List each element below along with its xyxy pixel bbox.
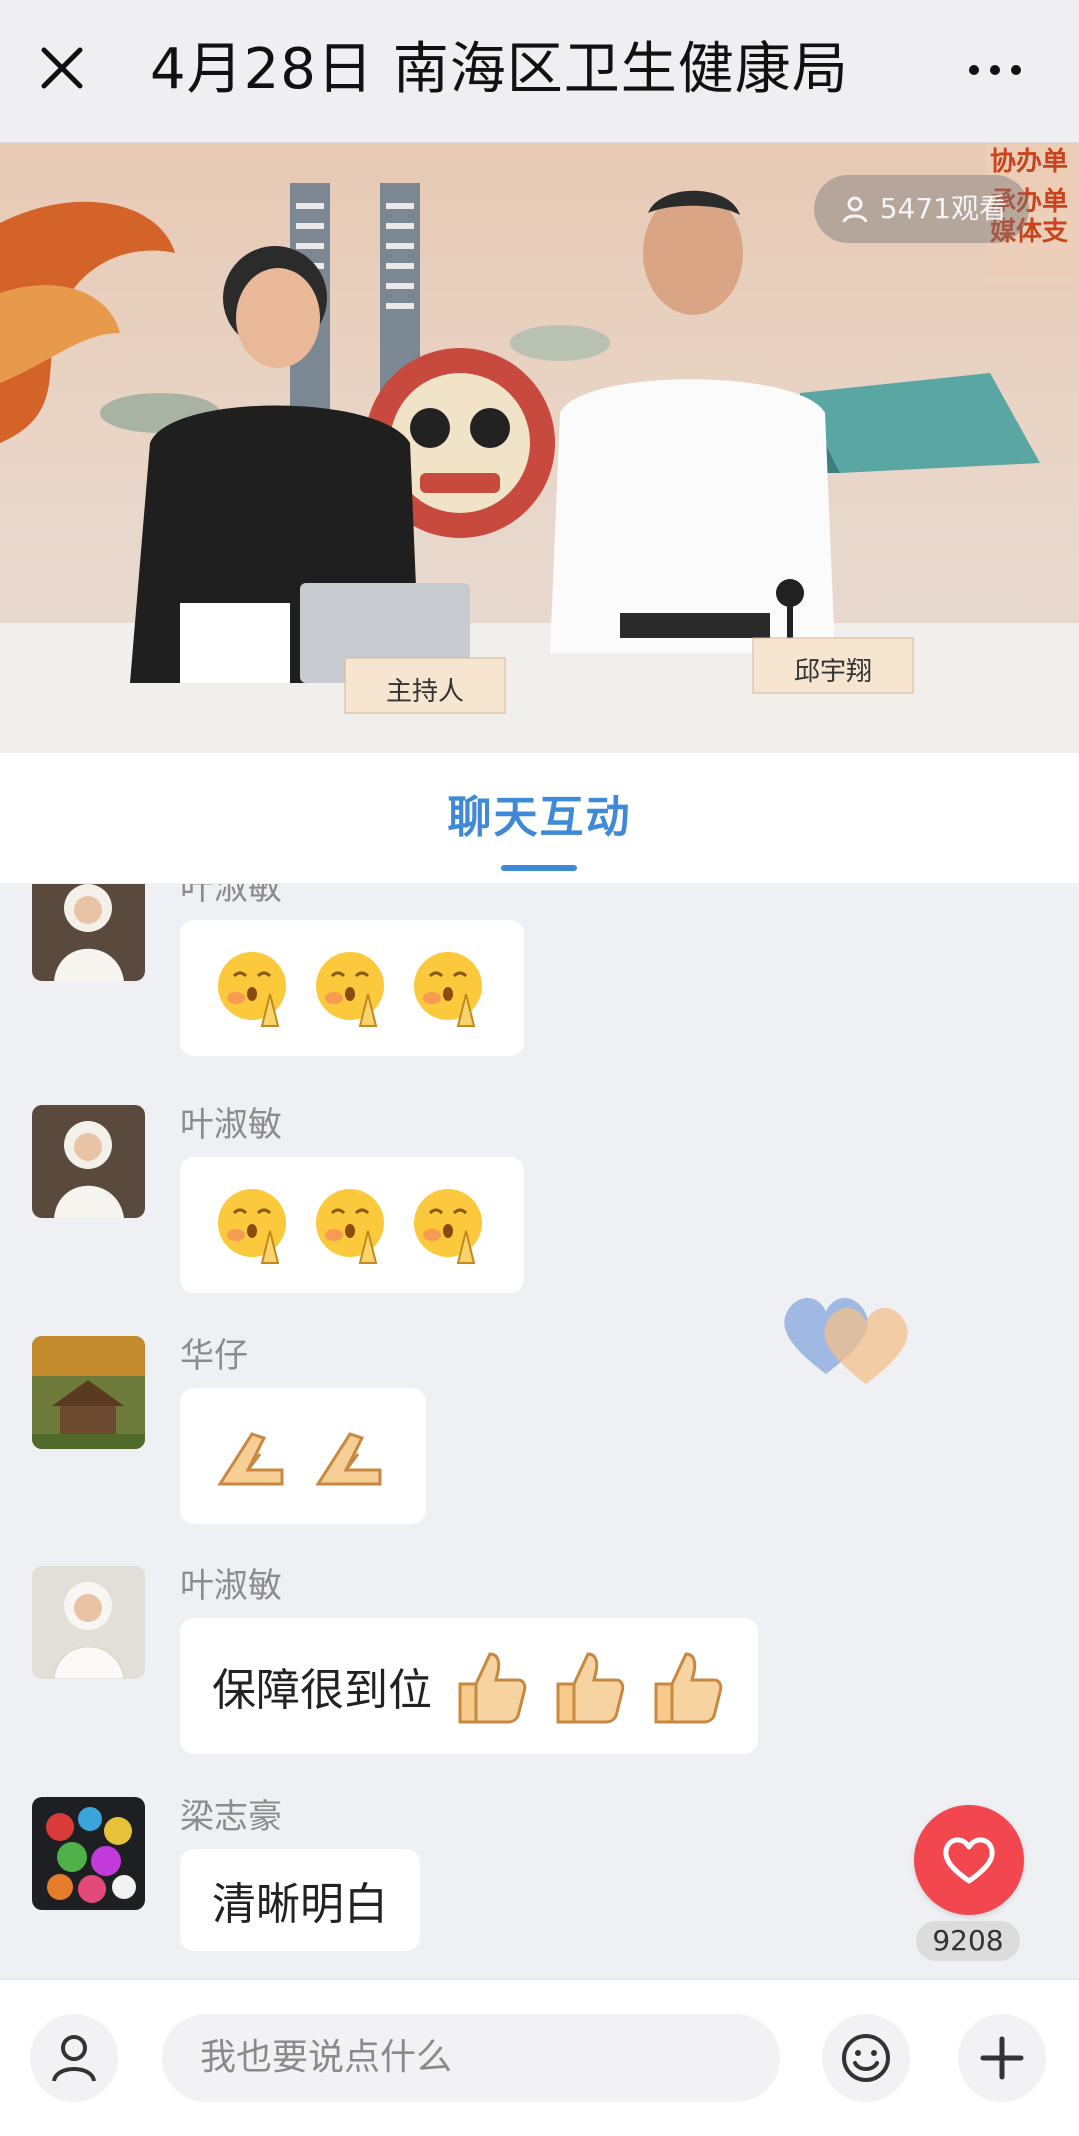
pray-face-emoji-icon: [414, 952, 482, 1027]
viewer-count-badge: 5471观看: [813, 175, 1029, 243]
banner-line: 协办单: [990, 147, 1069, 177]
live-video-player[interactable]: 协办单 承办单 媒体支 主持人 邱宇翔 5471观看: [0, 143, 1079, 753]
pray-face-emoji-icon: [218, 1189, 286, 1264]
message-bubble: [180, 1157, 524, 1293]
username: 叶淑敏: [180, 1566, 282, 1606]
host-nameplate: 主持人: [385, 677, 464, 707]
username: 叶淑敏: [180, 1105, 282, 1145]
pray-face-emoji-icon: [316, 952, 384, 1027]
viewer-count: 5471观看: [879, 192, 1007, 225]
profile-button[interactable]: [30, 2014, 118, 2102]
comment-input[interactable]: 我也要说点什么: [162, 2014, 780, 2102]
more-icon: [969, 65, 1021, 75]
user-icon: [52, 2035, 96, 2082]
floating-hearts-icon: [784, 1298, 908, 1384]
avatar[interactable]: [32, 1566, 145, 1679]
pray-hands-emoji-icon: [315, 1432, 382, 1486]
avatar-image: [32, 1105, 145, 1218]
message-bubble: [180, 1388, 426, 1524]
pray-hands-emoji-icon: [217, 1432, 284, 1486]
avatar[interactable]: [32, 884, 145, 981]
username: 叶淑敏: [180, 884, 282, 908]
tab-bar: 聊天互动: [0, 753, 1079, 883]
tab-active-indicator: [501, 865, 577, 871]
avatar-image: [32, 884, 145, 981]
avatar-image: [32, 1797, 145, 1910]
pray-face-emoji-icon: [414, 1189, 482, 1264]
pray-face-emoji-icon: [218, 952, 286, 1027]
thumbs-up-emoji-icon: [556, 1652, 625, 1724]
chat-list[interactable]: 叶淑敏 叶淑敏 华仔 叶淑敏 保障很到位 梁志豪 清晰明白: [0, 884, 1079, 1979]
avatar[interactable]: [32, 1336, 145, 1449]
plus-icon: [980, 2036, 1024, 2080]
message-text: 保障很到位: [212, 1665, 432, 1716]
username: 华仔: [180, 1336, 248, 1376]
plus-button[interactable]: [958, 2014, 1046, 2102]
pray-face-emoji-icon: [316, 1189, 384, 1264]
message-text: 清晰明白: [212, 1879, 388, 1930]
message-bubble: 清晰明白: [180, 1849, 420, 1951]
emoji-button[interactable]: [822, 2014, 910, 2102]
like-count: 9208: [916, 1921, 1020, 1961]
message-bubble: 保障很到位: [180, 1618, 758, 1754]
avatar[interactable]: [32, 1105, 145, 1218]
avatar[interactable]: [32, 1797, 145, 1910]
title-bar: 4月28日 南海区卫生健康局: [0, 0, 1079, 143]
page-title: 4月28日 南海区卫生健康局: [150, 37, 849, 102]
user-icon: [842, 196, 868, 223]
thumbs-up-emoji-icon: [458, 1652, 527, 1724]
message-bubble: [180, 920, 524, 1056]
close-button[interactable]: [30, 36, 94, 100]
heart-icon: [943, 1837, 995, 1884]
thumbs-up-emoji-icon: [654, 1652, 723, 1724]
composer-bar: 我也要说点什么: [0, 1979, 1079, 2136]
avatar-image: [32, 1566, 145, 1679]
more-button[interactable]: [960, 40, 1030, 100]
username: 梁志豪: [180, 1797, 282, 1837]
close-icon: [41, 47, 83, 89]
tab-chat[interactable]: 聊天互动: [0, 781, 1079, 845]
smile-icon: [842, 2034, 890, 2082]
avatar-image: [32, 1336, 145, 1449]
like-button[interactable]: [914, 1805, 1024, 1915]
guest-nameplate: 邱宇翔: [793, 657, 872, 687]
